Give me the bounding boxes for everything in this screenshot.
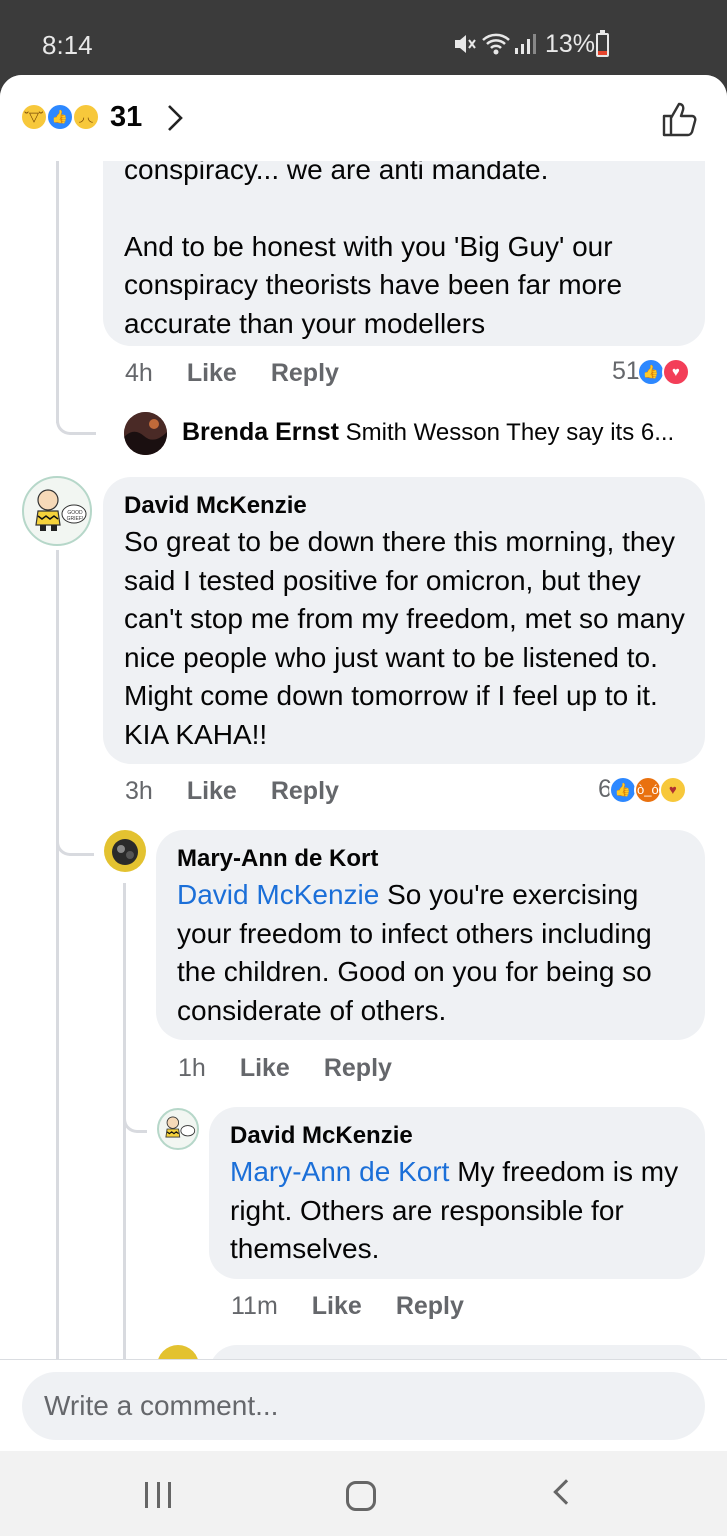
like-link[interactable]: Like — [240, 1054, 290, 1083]
comment-reactions[interactable]: 6 👍 ò_ó ♥ — [598, 775, 687, 804]
mute-icon — [452, 33, 476, 60]
reply-preview[interactable]: Brenda Ernst Smith Wesson They say its 6… — [182, 418, 674, 447]
thread-connector — [56, 830, 94, 856]
comment-author[interactable]: David McKenzie — [124, 489, 685, 523]
comment-text: And to be honest with you 'Big Guy' our … — [124, 230, 623, 339]
thread-connector — [56, 405, 96, 435]
comment-actions: 4h Like Reply — [125, 359, 339, 388]
thread-connector — [123, 1105, 147, 1133]
comments-sheet: ˘▽˘ 👍 ◞ ◟ 31 conspiracy... we are anti m… — [0, 75, 727, 1451]
reply-link[interactable]: Reply — [396, 1292, 464, 1321]
comment-author[interactable]: Mary-Ann de Kort — [177, 842, 685, 876]
comment-actions: 1h Like Reply — [178, 1054, 392, 1083]
reply-link[interactable]: Reply — [271, 777, 339, 806]
comment-time: 1h — [178, 1054, 206, 1082]
comment-actions: 3h Like Reply — [125, 777, 339, 806]
comment-time: 3h — [125, 777, 153, 805]
thread-line — [56, 550, 59, 1360]
avatar[interactable]: GOOD GRIEF! — [22, 476, 92, 546]
comment-bubble[interactable]: David McKenzie Mary-Ann de Kort My freed… — [209, 1107, 705, 1279]
home-icon[interactable] — [346, 1481, 376, 1511]
care-icon: ♥ — [658, 775, 687, 804]
avatar[interactable] — [124, 412, 167, 455]
sad-reaction-icon[interactable]: ◞ ◟ — [72, 103, 100, 131]
like-reaction-icon[interactable]: 👍 — [46, 103, 74, 131]
avatar[interactable] — [157, 1108, 199, 1150]
avatar[interactable] — [104, 830, 146, 872]
status-time: 8:14 — [42, 30, 93, 60]
reactions-header: ˘▽˘ 👍 ◞ ◟ 31 — [0, 75, 727, 161]
comment-time: 11m — [231, 1292, 278, 1320]
like-icon: 👍 — [636, 357, 665, 386]
mention-link[interactable]: Mary-Ann de Kort — [230, 1156, 449, 1187]
comment-author[interactable]: David McKenzie — [230, 1119, 685, 1153]
comment-reactions[interactable]: 51 👍 ♥ — [612, 357, 690, 386]
angry-icon: ò_ó — [633, 775, 662, 804]
avatar-caption: GOOD GRIEF! — [66, 510, 84, 522]
system-nav-bar — [0, 1451, 727, 1536]
reply-author: Brenda Ernst — [182, 418, 339, 446]
like-link[interactable]: Like — [187, 777, 237, 806]
haha-reaction-icon[interactable]: ˘▽˘ — [20, 103, 48, 131]
mention-link[interactable]: David McKenzie — [177, 879, 379, 910]
reaction-count[interactable]: 31 — [110, 101, 142, 134]
love-icon: ♥ — [661, 357, 690, 386]
battery-percent: 13% — [545, 30, 596, 58]
comment-composer: Write a comment... — [0, 1359, 727, 1451]
battery-icon — [596, 30, 609, 57]
reply-link[interactable]: Reply — [271, 359, 339, 388]
signal-icon — [514, 34, 538, 59]
back-icon[interactable] — [553, 1479, 579, 1505]
comment-time: 4h — [125, 359, 153, 387]
recents-icon[interactable] — [145, 1482, 171, 1508]
wifi-icon — [481, 33, 511, 60]
comment-text: So great to be down there this morning, … — [124, 526, 685, 750]
reply-snippet: Smith Wesson They say its 6... — [345, 419, 675, 446]
comment-bubble[interactable]: David McKenzie So great to be down there… — [103, 477, 705, 764]
status-bar: 8:14 13% — [0, 0, 727, 78]
comment-input[interactable]: Write a comment... — [22, 1372, 705, 1440]
reaction-total: 51 — [612, 357, 640, 385]
like-link[interactable]: Like — [312, 1292, 362, 1321]
thread-line — [56, 161, 59, 423]
like-link[interactable]: Like — [187, 359, 237, 388]
comment-actions: 11m Like Reply — [231, 1292, 464, 1321]
like-icon: 👍 — [608, 775, 637, 804]
like-button-icon[interactable] — [660, 99, 700, 139]
reply-link[interactable]: Reply — [324, 1054, 392, 1083]
comment-bubble[interactable]: Mary-Ann de Kort David McKenzie So you'r… — [156, 830, 705, 1040]
chevron-right-icon[interactable] — [165, 103, 185, 140]
